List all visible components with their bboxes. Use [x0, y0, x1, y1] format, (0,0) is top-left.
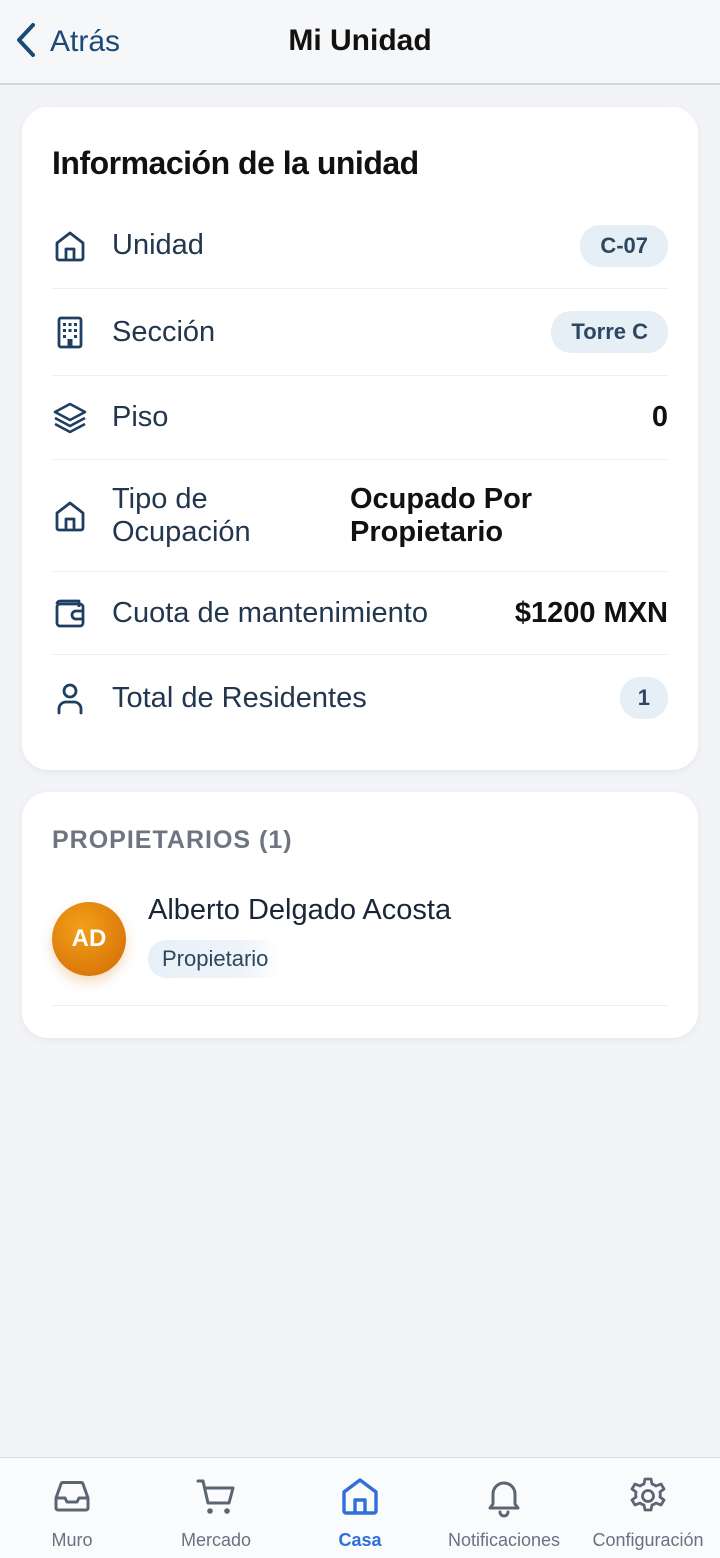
floor-row: Piso 0: [52, 376, 668, 460]
tab-muro-label: Muro: [51, 1530, 93, 1550]
unit-row: Unidad C-07: [52, 203, 668, 289]
home-icon: [52, 228, 88, 264]
tab-configuracion-label: Configuración: [592, 1530, 704, 1550]
owners-card: PROPIETARIOS (1) AD Alberto Delgado Acos…: [22, 792, 698, 1038]
section-label: Sección: [112, 315, 216, 348]
tab-mercado-label: Mercado: [180, 1530, 252, 1550]
occupancy-label: Tipo de Ocupación: [112, 482, 251, 548]
occupancy-value: Ocupado Por Propietario: [350, 482, 533, 548]
home-icon: [52, 498, 88, 534]
floor-value: 0: [651, 401, 668, 433]
user-icon: [52, 680, 88, 716]
home-icon: [288, 1474, 432, 1518]
unit-value-badge: C-07: [580, 224, 668, 267]
tab-notificaciones[interactable]: Notificaciones: [432, 1474, 576, 1551]
avatar: AD: [52, 902, 126, 976]
residents-count-badge: 1: [619, 677, 668, 719]
tab-muro[interactable]: Muro: [0, 1474, 144, 1551]
residents-label: Total de Residentes: [112, 681, 367, 714]
fee-label: Cuota de mantenimiento: [112, 596, 428, 629]
bell-icon: [432, 1474, 576, 1518]
unit-label: Unidad: [112, 229, 204, 261]
cart-icon: [144, 1474, 288, 1518]
tab-casa-label: Casa: [338, 1530, 382, 1550]
bottom-tab-bar: Muro Mercado Casa Notificaciones Configu…: [0, 1457, 720, 1558]
top-nav-bar: Atrás Mi Unidad: [0, 0, 720, 85]
building-icon: [52, 314, 88, 350]
section-value-badge: Torre C: [551, 311, 668, 353]
section-row: Sección Torre C: [52, 289, 668, 376]
fee-value: $1200 MXN: [514, 596, 668, 629]
unit-info-title: Información de la unidad: [52, 145, 419, 181]
owner-list-item[interactable]: AD Alberto Delgado Acosta Propietario: [52, 884, 668, 1006]
owner-role-badge: Propietario: [148, 940, 283, 978]
residents-row: Total de Residentes 1: [52, 655, 668, 741]
inbox-icon: [0, 1474, 144, 1518]
page-title: Mi Unidad: [288, 24, 432, 57]
wallet-icon: [52, 595, 88, 631]
occupancy-row: Tipo de Ocupación Ocupado Por Propietari…: [52, 460, 668, 572]
fee-row: Cuota de mantenimiento $1200 MXN: [52, 572, 668, 655]
owners-section-title: PROPIETARIOS (1): [52, 826, 293, 854]
gear-icon: [576, 1474, 720, 1518]
tab-notificaciones-label: Notificaciones: [447, 1530, 561, 1550]
tab-configuracion[interactable]: Configuración: [576, 1474, 720, 1551]
unit-info-card: Información de la unidad Unidad C-07 Sec…: [22, 107, 698, 770]
tab-casa[interactable]: Casa: [288, 1474, 432, 1551]
owner-name: Alberto Delgado Acosta: [148, 894, 452, 926]
floor-label: Piso: [112, 401, 169, 433]
tab-mercado[interactable]: Mercado: [144, 1474, 288, 1551]
layers-icon: [52, 400, 88, 436]
